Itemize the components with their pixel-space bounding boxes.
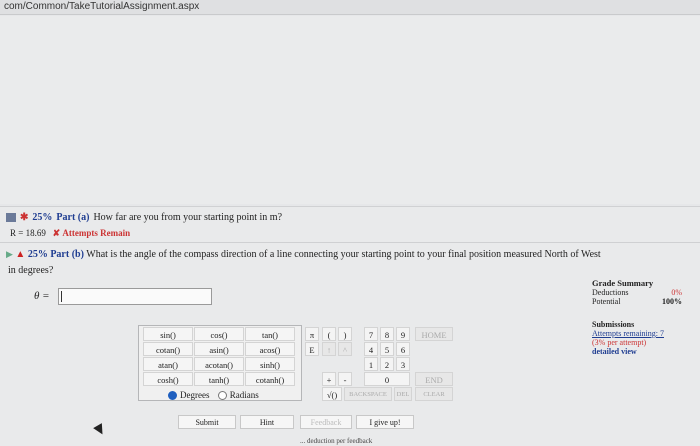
tanh-button[interactable]: tanh() bbox=[194, 372, 244, 386]
grade-summary: Grade Summary Deductions 0% Potential 100% bbox=[592, 278, 682, 306]
caret-key[interactable]: ^ bbox=[338, 342, 352, 356]
cotanh-button[interactable]: cotanh() bbox=[245, 372, 295, 386]
detailed-view-link[interactable]: detailed view bbox=[592, 347, 692, 356]
key-6[interactable]: 6 bbox=[396, 342, 410, 356]
hint-button[interactable]: Hint bbox=[240, 415, 294, 429]
key-4[interactable]: 4 bbox=[364, 342, 378, 356]
backspace-key[interactable]: BACKSPACE bbox=[344, 387, 392, 401]
submissions-title: Submissions bbox=[592, 320, 635, 329]
key-7[interactable]: 7 bbox=[364, 327, 378, 341]
degrees-radio[interactable] bbox=[168, 390, 177, 400]
submit-button[interactable]: Submit bbox=[178, 415, 236, 429]
asin-button[interactable]: asin() bbox=[194, 342, 244, 356]
potential-label: Potential bbox=[592, 297, 621, 306]
part-b-label: Part (b) bbox=[50, 249, 84, 260]
sinh-button[interactable]: sinh() bbox=[245, 357, 295, 371]
part-b-question: What is the angle of the compass directi… bbox=[86, 249, 601, 260]
part-a-attempts: Attempts Remain bbox=[62, 228, 131, 238]
angle-mode: Degrees Radians bbox=[168, 390, 259, 400]
up-arrow-key[interactable]: ↑ bbox=[322, 342, 336, 356]
part-a-question: How far are you from your starting point… bbox=[93, 212, 283, 223]
part-a-answer: R = 18.69 bbox=[10, 228, 46, 238]
attempts-remaining: Attempts remaining: 7 bbox=[592, 329, 664, 338]
key-9[interactable]: 9 bbox=[396, 327, 410, 341]
keypad: π ( ) 7 8 9 HOME E ↑ ^ 4 5 6 1 2 3 + - 0… bbox=[300, 325, 457, 403]
give-up-button[interactable]: I give up! bbox=[356, 415, 414, 429]
deductions-label: Deductions bbox=[592, 288, 629, 297]
plus-key[interactable]: + bbox=[322, 372, 336, 386]
radians-radio[interactable] bbox=[217, 390, 227, 400]
key-1[interactable]: 1 bbox=[364, 357, 378, 371]
warning-icon: ▲ bbox=[15, 249, 26, 260]
part-b-header: ▶ ▲ 25% Part (b) What is the angle of th… bbox=[6, 249, 601, 260]
key-3[interactable]: 3 bbox=[396, 357, 410, 371]
part-b-percent: 25% bbox=[27, 249, 48, 260]
acos-button[interactable]: acos() bbox=[245, 342, 295, 356]
radians-label: Radians bbox=[229, 390, 259, 400]
open-paren-key[interactable]: ( bbox=[322, 327, 336, 341]
collapse-icon[interactable] bbox=[6, 213, 16, 222]
part-a-label: Part (a) bbox=[56, 212, 90, 223]
sin-button[interactable]: sin() bbox=[143, 327, 193, 341]
deductions-value: 0% bbox=[671, 288, 682, 297]
part-b-question-cont: in degrees? bbox=[8, 265, 54, 276]
minus-key[interactable]: - bbox=[338, 372, 352, 386]
key-8[interactable]: 8 bbox=[380, 327, 394, 341]
grade-summary-title: Grade Summary bbox=[592, 278, 654, 288]
text-caret bbox=[61, 291, 62, 302]
cos-button[interactable]: cos() bbox=[194, 327, 244, 341]
home-key[interactable]: HOME bbox=[415, 327, 453, 341]
part-a-header: ✱ 25% Part (a) How far are you from your… bbox=[6, 212, 282, 223]
answer-input[interactable] bbox=[58, 288, 212, 305]
wrong-x-icon: ✘ bbox=[52, 228, 61, 238]
url-text: com/Common/TakeTutorialAssignment.aspx bbox=[4, 1, 200, 12]
atan-button[interactable]: atan() bbox=[143, 357, 193, 371]
potential-value: 100% bbox=[662, 297, 682, 306]
e-key[interactable]: E bbox=[305, 342, 319, 356]
submissions-panel: Submissions Attempts remaining: 7 (3% pe… bbox=[592, 320, 692, 356]
part-a-answer-row: R = 18.69 ✘ Attempts Remain bbox=[10, 228, 130, 239]
feedback-button[interactable]: Feedback bbox=[300, 415, 352, 429]
sqrt-key[interactable]: √() bbox=[322, 387, 342, 401]
key-5[interactable]: 5 bbox=[380, 342, 394, 356]
cosh-button[interactable]: cosh() bbox=[143, 372, 193, 386]
tan-button[interactable]: tan() bbox=[245, 327, 295, 341]
close-paren-key[interactable]: ) bbox=[338, 327, 352, 341]
answer-label: θ = bbox=[34, 290, 50, 302]
acotan-button[interactable]: acotan() bbox=[194, 357, 244, 371]
feedback-note: ... deduction per feedback bbox=[300, 437, 373, 445]
key-2[interactable]: 2 bbox=[380, 357, 394, 371]
part-a-percent: 25% bbox=[32, 212, 53, 223]
blank-area bbox=[0, 16, 700, 204]
degrees-label: Degrees bbox=[180, 390, 210, 400]
address-bar[interactable]: com/Common/TakeTutorialAssignment.aspx bbox=[0, 0, 700, 15]
pi-key[interactable]: π bbox=[305, 327, 319, 341]
key-0[interactable]: 0 bbox=[364, 372, 410, 386]
incorrect-star-icon: ✱ bbox=[20, 212, 29, 223]
del-key[interactable]: DEL bbox=[394, 387, 412, 401]
divider bbox=[0, 242, 700, 243]
per-attempt: (3% per attempt) bbox=[592, 338, 647, 347]
end-key[interactable]: END bbox=[415, 372, 453, 386]
expand-triangle-icon[interactable]: ▶ bbox=[6, 249, 13, 259]
clear-key[interactable]: CLEAR bbox=[415, 387, 453, 401]
cotan-button[interactable]: cotan() bbox=[143, 342, 193, 356]
